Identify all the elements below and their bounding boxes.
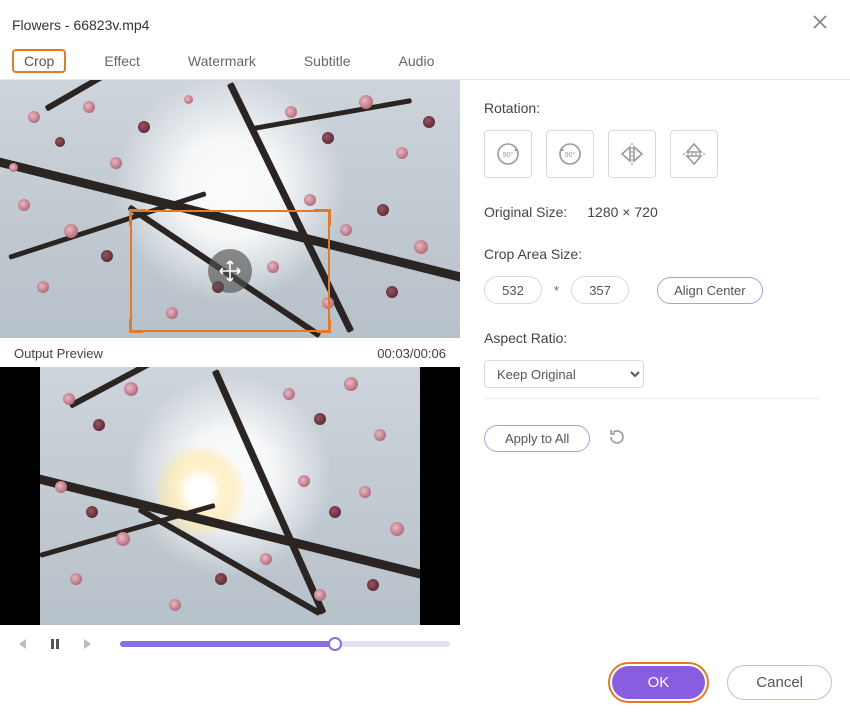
aspect-ratio-label: Aspect Ratio: <box>484 330 820 346</box>
crop-width-input[interactable] <box>484 276 542 304</box>
aspect-ratio-select[interactable]: Keep Original <box>484 360 644 388</box>
tab-subtitle[interactable]: Subtitle <box>294 49 361 73</box>
output-preview-viewport <box>0 367 460 625</box>
rotate-ccw-90-icon[interactable]: 90° <box>546 130 594 178</box>
original-size-label: Original Size: <box>484 204 567 220</box>
crop-height-input[interactable] <box>571 276 629 304</box>
apply-to-all-button[interactable]: Apply to All <box>484 425 590 452</box>
output-preview-label: Output Preview <box>14 346 103 361</box>
playback-slider[interactable] <box>120 641 450 647</box>
crop-area-size-label: Crop Area Size: <box>484 246 820 262</box>
next-frame-icon[interactable] <box>78 633 100 655</box>
rotation-label: Rotation: <box>484 100 820 116</box>
tab-effect[interactable]: Effect <box>94 49 150 73</box>
tab-watermark[interactable]: Watermark <box>178 49 266 73</box>
multiply-symbol: * <box>552 283 561 298</box>
tab-crop[interactable]: Crop <box>12 49 66 73</box>
svg-text:90°: 90° <box>503 151 514 159</box>
tab-audio[interactable]: Audio <box>389 49 445 73</box>
preview-video-frame <box>40 367 420 625</box>
original-size-value: 1280 × 720 <box>587 204 657 220</box>
pause-icon[interactable] <box>44 633 66 655</box>
prev-frame-icon[interactable] <box>10 633 32 655</box>
divider <box>484 398 820 399</box>
align-center-button[interactable]: Align Center <box>657 277 763 304</box>
move-icon[interactable] <box>208 249 252 293</box>
time-display: 00:03/00:06 <box>377 346 446 361</box>
cancel-button[interactable]: Cancel <box>727 665 832 700</box>
flip-vertical-icon[interactable] <box>670 130 718 178</box>
tabs-bar: Crop Effect Watermark Subtitle Audio <box>0 45 850 80</box>
flip-horizontal-icon[interactable] <box>608 130 656 178</box>
reset-icon[interactable] <box>608 428 626 449</box>
ok-highlight: OK <box>608 662 710 703</box>
ok-button[interactable]: OK <box>612 666 706 699</box>
svg-text:90°: 90° <box>565 151 576 159</box>
playback-thumb[interactable] <box>328 637 342 651</box>
window-title: Flowers - 66823v.mp4 <box>12 17 149 33</box>
crop-rectangle[interactable] <box>130 210 330 332</box>
crop-source-viewport[interactable] <box>0 80 460 338</box>
rotate-cw-90-icon[interactable]: 90° <box>484 130 532 178</box>
close-icon[interactable] <box>808 10 832 39</box>
